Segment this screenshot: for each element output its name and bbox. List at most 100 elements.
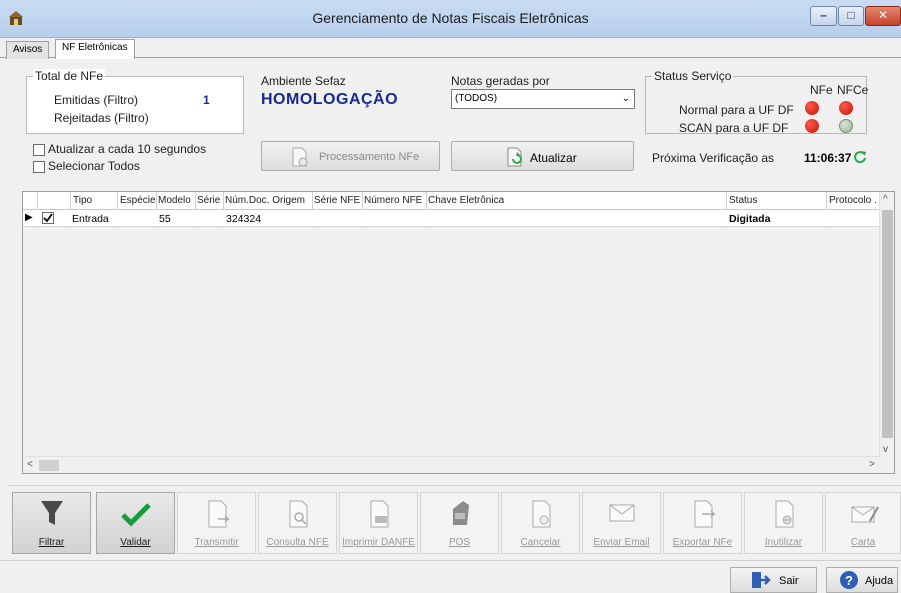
cancelar-label: Cancelar (520, 537, 561, 548)
consulta-nfe-button[interactable]: Consulta NFE (258, 492, 337, 554)
ambiente-value: HOMOLOGAÇÃO (261, 91, 399, 108)
proxima-verificacao-time: 11:06:37 (804, 151, 852, 165)
exportar-nfe-button[interactable]: Exportar NFe (663, 492, 742, 554)
scroll-up-icon[interactable]: ^ (883, 194, 888, 205)
vertical-scrollbar[interactable]: ^ v (879, 192, 894, 458)
scroll-left-icon[interactable]: < (27, 459, 33, 470)
transmitir-button[interactable]: Transmitir (177, 492, 256, 554)
cancelar-button[interactable]: Cancelar (501, 492, 580, 554)
consulta-nfe-label: Consulta NFE (266, 537, 329, 548)
document-print-icon (370, 500, 389, 528)
tab-nf-eletronicas[interactable]: NF Eletrônicas (55, 39, 135, 59)
minimize-icon: – (820, 8, 827, 22)
notas-geradas-value: (TODOS) (455, 93, 498, 104)
pos-terminal-icon (453, 501, 469, 525)
atualizar-label-btn: Atualizar (530, 151, 577, 165)
document-block-icon (775, 500, 794, 528)
normal-uf-label: Normal para a UF DF (679, 103, 794, 117)
status-normal-nfce-indicator (839, 101, 853, 115)
total-nfe-legend: Total de NFe (33, 69, 106, 83)
row-checkbox[interactable] (42, 212, 54, 224)
letter-edit-icon (851, 506, 879, 523)
chevron-down-icon: ⌄ (621, 93, 630, 104)
cell-modelo: 55 (159, 213, 171, 225)
ajuda-button[interactable]: ? Ajuda (826, 567, 898, 593)
col-modelo[interactable]: Modelo (158, 195, 191, 206)
document-search-icon (289, 500, 308, 528)
notas-geradas-label: Notas geradas por (451, 74, 550, 88)
imprimir-danfe-button[interactable]: Imprimir DANFE (339, 492, 418, 554)
inutilizar-label: Inutilizar (764, 537, 803, 548)
table-row[interactable]: ▶ Entrada 55 324324 Digitada (23, 210, 881, 227)
sair-label: Sair (779, 575, 799, 587)
document-export-icon (694, 500, 716, 528)
status-scan-nfce-indicator (839, 119, 853, 133)
vertical-scroll-thumb[interactable] (882, 210, 893, 438)
nfe-grid[interactable]: Tipo Espécie Modelo Série Núm.Doc. Orige… (22, 191, 895, 474)
close-button[interactable]: ✕ (865, 6, 901, 26)
col-numero-nfe[interactable]: Número NFE (364, 195, 422, 206)
selecionar-todos-label: Selecionar Todos (48, 159, 140, 173)
col-chave-eletronica[interactable]: Chave Eletrônica (428, 195, 504, 206)
notas-geradas-select[interactable]: (TODOS) ⌄ (451, 89, 635, 109)
checkmark-icon (43, 213, 53, 223)
inutilizar-button[interactable]: Inutilizar (744, 492, 823, 554)
imprimir-danfe-label: Imprimir DANFE (342, 537, 415, 548)
horizontal-scrollbar[interactable]: < > (23, 456, 881, 473)
scroll-right-icon[interactable]: > (869, 459, 875, 470)
document-cancel-icon (532, 500, 551, 528)
scroll-down-icon[interactable]: v (883, 444, 888, 455)
carta-button[interactable]: Carta (825, 492, 901, 554)
checkmark-icon (121, 503, 151, 527)
enviar-email-button[interactable]: Enviar Email (582, 492, 661, 554)
col-tipo[interactable]: Tipo (73, 195, 92, 206)
exportar-nfe-label: Exportar NFe (672, 537, 733, 548)
scan-uf-label: SCAN para a UF DF (679, 121, 789, 135)
validar-button[interactable]: Validar (96, 492, 175, 554)
status-col-nfe: NFe (810, 83, 833, 97)
proxima-verificacao-label: Próxima Verificação as (652, 151, 775, 165)
row-pointer-icon: ▶ (25, 212, 33, 223)
maximize-icon: □ (847, 8, 855, 22)
envelope-icon (609, 504, 635, 522)
col-status[interactable]: Status (729, 195, 757, 206)
document-gear-icon (292, 147, 308, 167)
tab-avisos[interactable]: Avisos (6, 41, 50, 59)
filtrar-label: Filtrar (38, 537, 65, 548)
status-normal-nfe-indicator (805, 101, 819, 115)
processamento-nfe-button[interactable]: Processamento NFe (261, 141, 440, 171)
exit-icon (752, 572, 771, 588)
transmitir-label: Transmitir (194, 537, 239, 548)
svg-text:?: ? (845, 573, 853, 588)
footer-bar: Sair ? Ajuda (0, 560, 901, 593)
atualizar-checkbox[interactable] (33, 144, 45, 156)
atualizar-label: Atualizar a cada 10 segundos (48, 142, 207, 156)
cell-status: Digitada (729, 213, 771, 225)
status-servico-legend: Status Serviço (652, 69, 734, 83)
document-refresh-icon (507, 147, 522, 167)
action-toolbar: Filtrar Validar Transmitir Consulta NFE … (8, 485, 901, 557)
minimize-button[interactable]: – (810, 6, 837, 26)
filtrar-button[interactable]: Filtrar (12, 492, 91, 554)
pos-button[interactable]: POS (420, 492, 499, 554)
col-protocolo[interactable]: Protocolo . (829, 195, 877, 206)
col-serie[interactable]: Série (197, 195, 220, 206)
emitidas-count: 1 (203, 93, 210, 107)
col-serie-nfe[interactable]: Série NFE (314, 195, 360, 206)
processamento-nfe-label: Processamento NFe (319, 151, 420, 163)
window-title: Gerenciamento de Notas Fiscais Eletrônic… (312, 10, 589, 26)
help-icon: ? (840, 571, 858, 589)
atualizar-button[interactable]: Atualizar (451, 141, 634, 171)
col-num-doc-origem[interactable]: Núm.Doc. Origem (225, 195, 305, 206)
col-especie[interactable]: Espécie (120, 195, 156, 206)
refresh-icon[interactable] (853, 150, 867, 164)
rejeitadas-label: Rejeitadas (Filtro) (54, 111, 149, 125)
document-send-icon (208, 500, 230, 528)
carta-label: Carta (850, 537, 876, 548)
horizontal-scroll-thumb[interactable] (39, 460, 59, 471)
sair-button[interactable]: Sair (730, 567, 817, 593)
maximize-button[interactable]: □ (838, 6, 864, 26)
emitidas-label: Emitidas (Filtro) (54, 93, 139, 107)
selecionar-todos-checkbox[interactable] (33, 161, 45, 173)
enviar-email-label: Enviar Email (593, 537, 650, 548)
